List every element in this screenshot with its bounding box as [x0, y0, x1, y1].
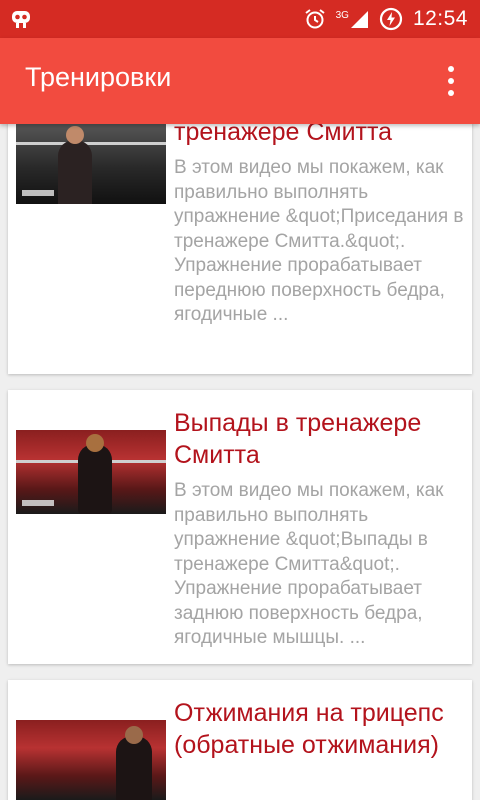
app-title: Тренировки — [25, 62, 172, 92]
android-debug-icon — [10, 9, 32, 29]
network-type: 3G — [335, 9, 349, 21]
card-title: Отжимания на трицепс (обратные отжимания… — [174, 699, 444, 759]
status-bar: 3G 12:54 — [0, 0, 480, 38]
status-time: 12:54 — [412, 7, 468, 30]
card-description: В этом видео мы покажем, как правильно в… — [174, 157, 464, 325]
workout-card[interactable]: Выпады в тренажере Смитта В этом видео м… — [8, 390, 472, 664]
overflow-menu-icon[interactable] — [446, 66, 456, 96]
signal-indicator: 3G — [336, 9, 369, 29]
app-bar: Тренировки — [0, 38, 480, 124]
alarm-icon — [304, 8, 326, 30]
card-title: Выпады в тренажере Смитта — [174, 409, 422, 469]
workout-card[interactable]: тренажере Смитта В этом видео мы покажем… — [8, 124, 472, 374]
battery-charging-icon — [379, 7, 403, 31]
workout-list[interactable]: тренажере Смитта В этом видео мы покажем… — [0, 124, 480, 800]
signal-icon — [350, 11, 368, 28]
video-thumbnail[interactable] — [16, 720, 166, 800]
workout-card[interactable]: Отжимания на трицепс (обратные отжимания… — [8, 680, 472, 800]
card-title: тренажере Смитта — [174, 124, 393, 146]
card-description: В этом видео мы покажем, как правильно в… — [174, 480, 444, 648]
video-thumbnail[interactable] — [16, 430, 166, 514]
video-thumbnail[interactable] — [16, 124, 166, 204]
